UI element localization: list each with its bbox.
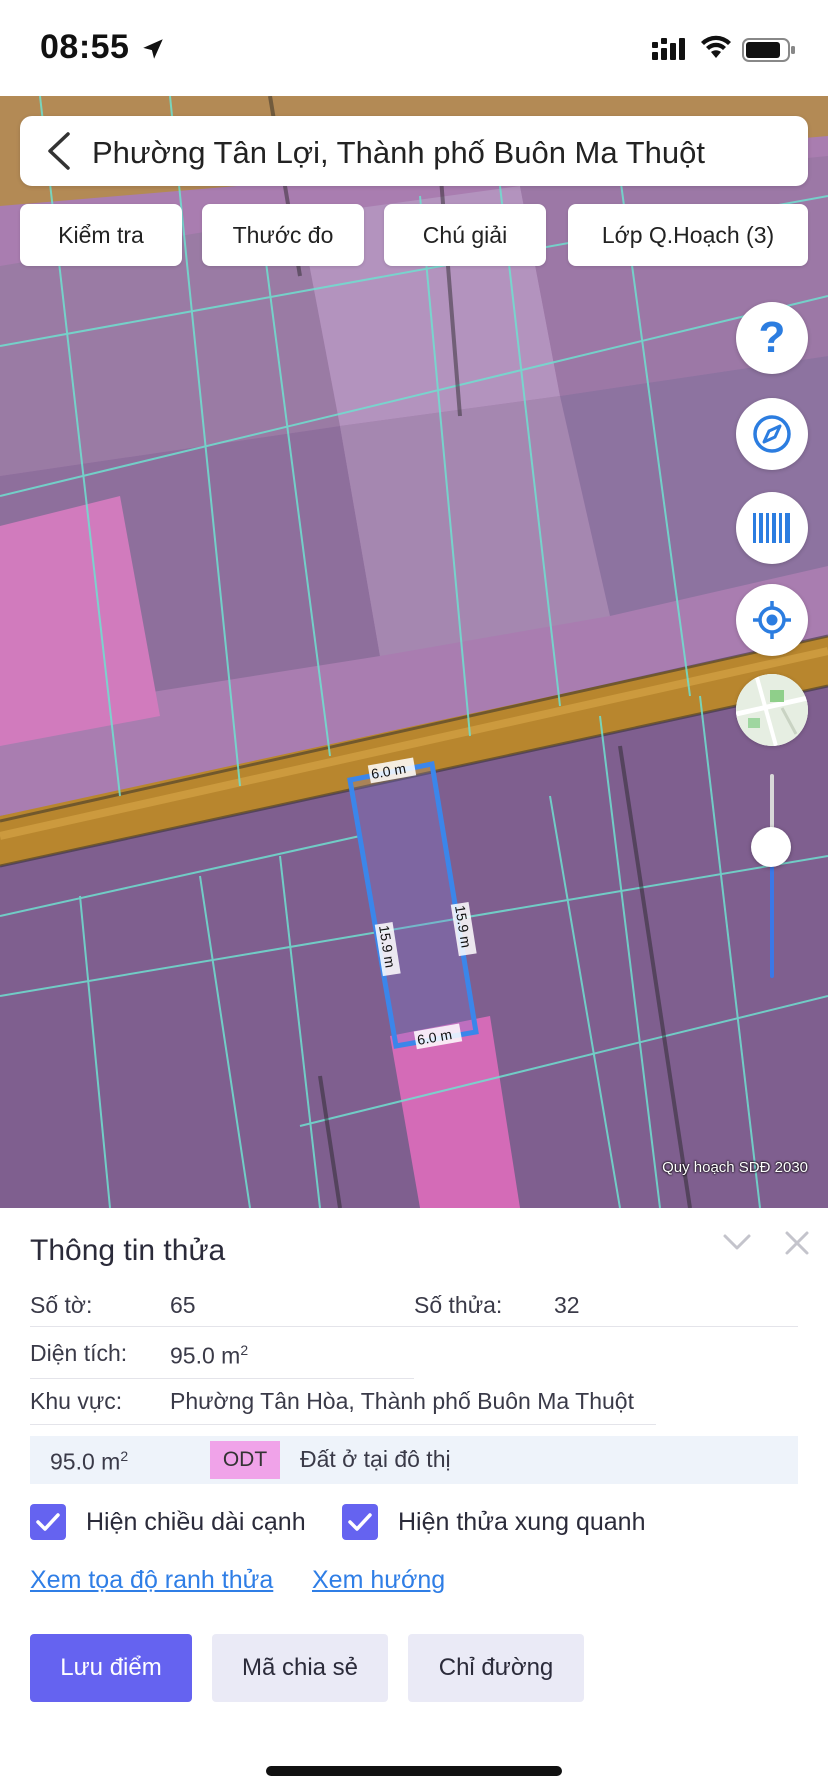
so-thua-value: 32 [554, 1292, 580, 1318]
parcel-edge-top-label: 6.0 m [370, 760, 407, 782]
status-bar: 08:55 [0, 0, 828, 96]
status-time: 08:55 [40, 28, 130, 66]
checkmark-icon [36, 1513, 60, 1531]
land-use-name: Đất ở tại đô thị [300, 1446, 451, 1472]
zoom-slider-handle[interactable] [751, 827, 791, 867]
zoom-slider-fill[interactable] [770, 866, 774, 978]
tab-lop-quy-hoach[interactable]: Lớp Q.Hoạch (3) [568, 204, 808, 266]
help-button[interactable]: ? [736, 302, 808, 374]
basemap-thumbnail-icon [736, 674, 808, 746]
land-use-row: 95.0 m2 ODT Đất ở tại đô thị [30, 1436, 798, 1484]
compass-icon [753, 415, 791, 453]
back-arrow-icon[interactable] [42, 130, 76, 172]
divider [30, 1424, 656, 1425]
khu-vuc-value: Phường Tân Hòa, Thành phố Buôn Ma Thuột [170, 1388, 634, 1414]
dien-tich-value: 95.0 m2 [170, 1342, 249, 1369]
tab-thuoc-do[interactable]: Thước đo [202, 204, 364, 266]
land-use-area: 95.0 m2 [50, 1448, 129, 1475]
map-view[interactable]: 6.0 m 6.0 m 15.9 m 15.9 m Phường Tân Lợi… [0, 96, 828, 1208]
dien-tich-label: Diện tích: [30, 1340, 128, 1366]
checkmark-icon [348, 1513, 372, 1531]
directions-button[interactable]: Chỉ đường [408, 1634, 584, 1702]
parcel-edge-bottom-label: 6.0 m [416, 1026, 453, 1048]
share-code-button[interactable]: Mã chia sẻ [212, 1634, 388, 1702]
basemap-switch-button[interactable] [736, 674, 808, 746]
map-layer-attribution: Quy hoạch SDĐ 2030 [662, 1159, 808, 1176]
compass-button[interactable] [736, 398, 808, 470]
tab-kiem-tra[interactable]: Kiểm tra [20, 204, 182, 266]
save-point-button[interactable]: Lưu điểm [30, 1634, 192, 1702]
show-neighbor-parcels-checkbox[interactable] [342, 1504, 378, 1540]
tab-chu-giai[interactable]: Chú giải [384, 204, 546, 266]
help-icon: ? [758, 313, 786, 362]
divider [30, 1326, 798, 1327]
show-edge-length-label[interactable]: Hiện chiều dài cạnh [86, 1508, 306, 1537]
parcel-edge-left-label: 15.9 m [376, 924, 399, 969]
parcel-info-panel: Thông tin thửa Số tờ: 65 Số thửa: 32 Diệ… [0, 1208, 828, 1792]
my-location-button[interactable] [736, 584, 808, 656]
location-title[interactable]: Phường Tân Lợi, Thành phố Buôn Ma Thuột [92, 135, 705, 171]
chevron-down-icon[interactable] [722, 1232, 752, 1252]
so-thua-label: Số thửa: [414, 1292, 503, 1318]
parcel-edge-right-label: 15.9 m [452, 904, 475, 949]
location-arrow-icon [143, 39, 163, 59]
divider [30, 1378, 414, 1379]
show-edge-length-checkbox[interactable] [30, 1504, 66, 1540]
so-to-label: Số tờ: [30, 1292, 93, 1318]
land-use-code-badge: ODT [210, 1441, 280, 1479]
cellular-signal-icon [652, 38, 685, 60]
crosshair-location-icon [753, 601, 791, 639]
battery-icon [742, 38, 795, 62]
panel-title: Thông tin thửa [30, 1234, 226, 1267]
search-bar[interactable]: Phường Tân Lợi, Thành phố Buôn Ma Thuột [20, 116, 808, 186]
home-indicator[interactable] [266, 1766, 562, 1776]
barcode-button[interactable] [736, 492, 808, 564]
show-neighbor-parcels-label[interactable]: Hiện thửa xung quanh [398, 1508, 645, 1537]
so-to-value: 65 [170, 1292, 196, 1318]
view-boundary-coords-link[interactable]: Xem tọa độ ranh thửa [30, 1566, 273, 1595]
barcode-icon [753, 513, 790, 543]
view-direction-link[interactable]: Xem hướng [312, 1566, 445, 1595]
khu-vuc-label: Khu vực: [30, 1388, 123, 1414]
wifi-icon [701, 35, 731, 58]
close-icon[interactable] [784, 1230, 810, 1256]
